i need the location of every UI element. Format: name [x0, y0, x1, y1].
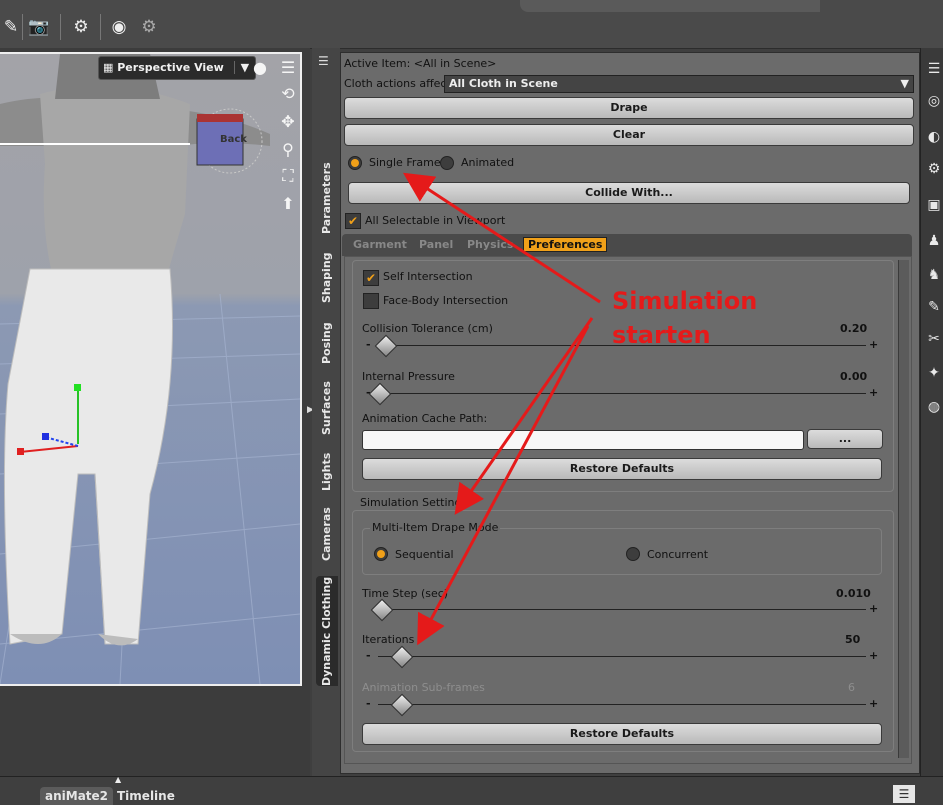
- annotation-line-2: starten: [612, 321, 711, 349]
- annotation-line-1: Simulation: [612, 287, 758, 315]
- annotation-arrows: [402, 172, 601, 646]
